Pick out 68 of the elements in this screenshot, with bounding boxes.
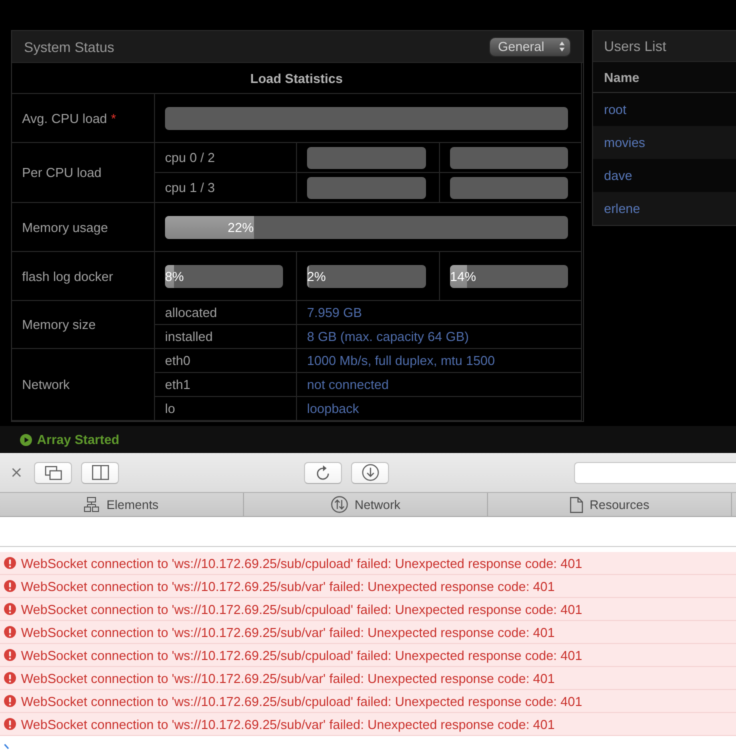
error-icon [4,695,16,707]
table-cell: Memory usage [12,203,155,252]
up-down-caret-icon [559,41,565,52]
table-cell: flash log docker [12,252,155,301]
split-panel-icon [92,465,108,480]
tab[interactable]: Network [244,493,488,516]
download-button[interactable] [351,462,389,484]
message-text: WebSocket connection to 'ws://10.172.69.25/sub/cpuload' failed: Unexpected response code: 401 [21,602,582,616]
prompt-chevron-icon [4,744,9,749]
error-icon [4,557,16,569]
user-link[interactable]: root [604,102,626,117]
user-link[interactable]: dave [604,168,632,183]
table-cell: 8 GB (max. capacity 64 GB) [297,325,582,349]
table-heading: Load Statistics [12,63,582,94]
split-view-button[interactable] [81,462,119,484]
reload-icon [316,465,330,480]
download-icon [362,464,378,481]
error-icon [4,649,16,661]
progress-reading: 14% [450,268,476,286]
hierarchy-icon [84,497,100,512]
windows-button[interactable] [34,462,72,484]
circled-arrows-icon [330,496,348,513]
message-text: WebSocket connection to 'ws://10.172.69.25/sub/var' failed: Unexpected response code: 401 [21,716,555,732]
message-text: WebSocket connection to 'ws://10.172.69.25/sub/var' failed: Unexpected response code: 401 [21,670,555,686]
progress-reading: 2% [307,268,326,286]
row-label: Avg. CPU load [22,110,108,126]
table-cell: 7.959 GB [297,301,582,325]
play-icon [20,434,32,446]
message-text: WebSocket connection to 'ws://10.172.69.25/sub/var' failed: Unexpected response code: 401 [21,624,555,640]
reload-button[interactable] [304,462,342,484]
search-field[interactable] [574,462,736,484]
status-text: Array Started [37,432,120,447]
table-cell: not connected [297,373,582,397]
error-icon [4,626,16,638]
table-cell: eth1 [155,373,297,397]
error-icon [4,603,16,615]
progress-reading: 22% [228,218,254,236]
table-cell: loopback [297,397,582,421]
message-text: WebSocket connection to 'ws://10.172.69.25/sub/cpuload' failed: Unexpected response code: 401 [21,648,582,662]
document-icon [570,496,583,512]
table-cell: lo [155,397,297,421]
message-text: WebSocket connection to 'ws://10.172.69.25/sub/cpuload' failed: Unexpected response code: 401 [21,694,582,708]
overlapping-windows-icon [44,466,62,480]
message-text: WebSocket connection to 'ws://10.172.69.25/sub/cpuload' failed: Unexpected response code: 401 [21,556,582,570]
error-icon [4,718,16,730]
panel-title: Users List [604,38,666,54]
panel-title: System Status [24,38,114,54]
table-cell: Memory size [12,301,155,349]
progress-reading: 8% [165,268,184,286]
column-header: Name [604,70,640,84]
message-text: WebSocket connection to 'ws://10.172.69.25/sub/var' failed: Unexpected response code: 401 [21,578,555,594]
user-link[interactable]: erlene [604,201,640,216]
table-cell: cpu 0 / 2 [155,143,297,173]
error-icon [4,580,16,592]
table-cell: eth0 [155,349,297,373]
table-cell: cpu 1 / 3 [155,173,297,203]
view-select[interactable]: General [489,36,571,56]
table-cell: allocated [155,301,297,325]
user-link[interactable]: movies [604,135,646,150]
table-cell: Network [12,349,155,421]
table-cell: installed [155,325,297,349]
error-icon [4,672,16,684]
table-cell: Per CPU load [12,143,155,203]
required-mark: * [111,110,116,126]
tab[interactable]: Elements [0,493,244,516]
close-icon [12,468,21,477]
table-cell: 1000 Mb/s, full duplex, mtu 1500 [297,349,582,373]
tab[interactable]: Resources [488,493,732,516]
